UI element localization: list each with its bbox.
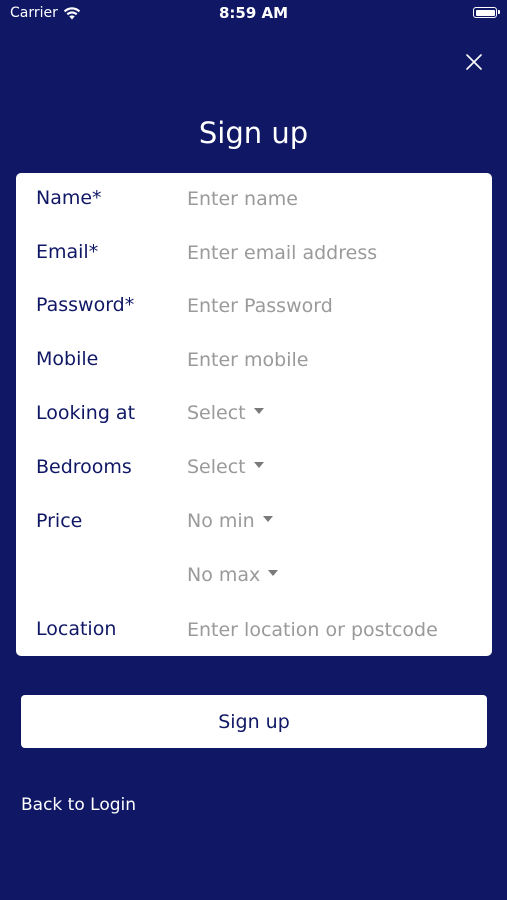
caret-down-icon bbox=[262, 516, 273, 522]
price-max-select[interactable]: No max bbox=[187, 564, 279, 586]
bedrooms-select[interactable]: Select bbox=[187, 456, 264, 478]
caret-down-icon bbox=[268, 570, 279, 576]
price-min-value: No min bbox=[187, 510, 255, 532]
form-row-price-min: Price No min bbox=[16, 496, 492, 550]
location-label: Location bbox=[36, 618, 117, 640]
mobile-label: Mobile bbox=[36, 348, 99, 370]
password-field[interactable] bbox=[187, 290, 477, 322]
email-label: Email* bbox=[36, 241, 99, 263]
form-row-looking-at: Looking at Select bbox=[16, 388, 492, 442]
looking-at-value: Select bbox=[187, 402, 246, 424]
battery-fill bbox=[475, 9, 495, 16]
form-row-bedrooms: Bedrooms Select bbox=[16, 442, 492, 496]
caret-down-icon bbox=[253, 408, 264, 414]
status-time: 8:59 AM bbox=[218, 4, 289, 22]
looking-at-select[interactable]: Select bbox=[187, 402, 264, 424]
signup-form-card: Name* Email* Password* Mobile Looking at… bbox=[16, 173, 492, 656]
price-min-select[interactable]: No min bbox=[187, 510, 273, 532]
price-max-value: No max bbox=[187, 564, 261, 586]
caret-down-icon bbox=[253, 462, 264, 468]
close-button[interactable] bbox=[462, 50, 486, 74]
close-icon bbox=[466, 54, 482, 70]
form-row-email: Email* bbox=[16, 227, 492, 281]
bedrooms-value: Select bbox=[187, 456, 246, 478]
form-row-mobile: Mobile bbox=[16, 334, 492, 388]
location-field[interactable] bbox=[187, 614, 477, 646]
form-row-name: Name* bbox=[16, 173, 492, 227]
mobile-field[interactable] bbox=[187, 344, 477, 376]
back-to-login-link[interactable]: Back to Login bbox=[21, 795, 136, 815]
form-row-price-max: No max bbox=[16, 550, 492, 604]
status-bar: Carrier 8:59 AM bbox=[0, 0, 507, 28]
signup-button-label: Sign up bbox=[218, 710, 290, 733]
signup-button[interactable]: Sign up bbox=[21, 695, 487, 748]
password-label: Password* bbox=[36, 294, 135, 316]
battery-icon bbox=[473, 7, 500, 18]
form-row-password: Password* bbox=[16, 280, 492, 334]
form-row-location: Location bbox=[16, 604, 492, 658]
name-field[interactable] bbox=[187, 183, 477, 215]
bedrooms-label: Bedrooms bbox=[36, 456, 132, 478]
name-label: Name* bbox=[36, 187, 102, 209]
email-field[interactable] bbox=[187, 237, 477, 269]
page-title: Sign up bbox=[198, 116, 309, 150]
looking-at-label: Looking at bbox=[36, 402, 136, 424]
price-label: Price bbox=[36, 510, 83, 532]
